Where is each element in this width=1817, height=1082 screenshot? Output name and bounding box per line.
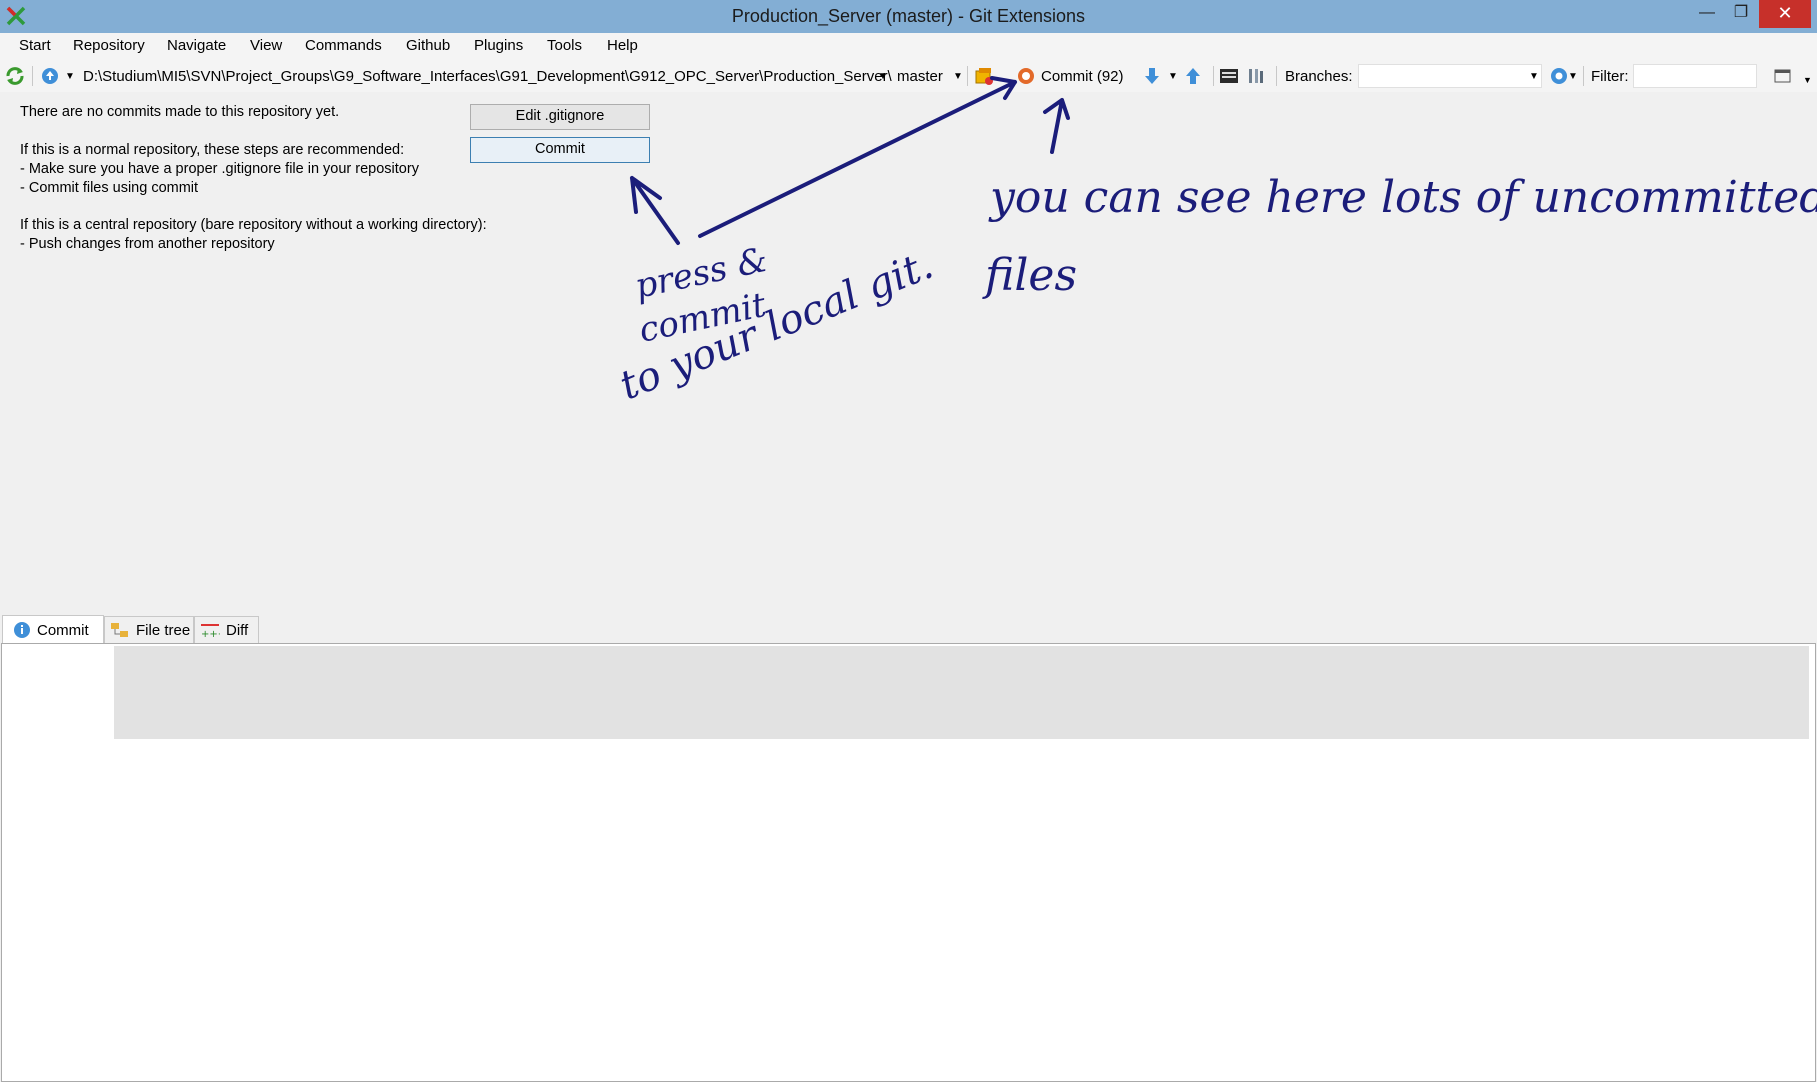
- menu-commands[interactable]: Commands: [305, 37, 382, 54]
- maximize-button[interactable]: ❐: [1725, 0, 1757, 28]
- commit-count-button[interactable]: Commit (92): [1041, 60, 1124, 92]
- branch-selector[interactable]: master: [897, 60, 943, 92]
- no-commits-message: There are no commits made to this reposi…: [20, 104, 340, 120]
- branch-dropdown-icon[interactable]: ▼: [953, 60, 963, 92]
- menu-help[interactable]: Help: [607, 37, 638, 54]
- console-icon[interactable]: [1219, 60, 1239, 92]
- menu-github[interactable]: Github: [406, 37, 450, 54]
- svg-text:+++: +++: [201, 629, 220, 639]
- toolbar: ▼ D:\Studium\MI5\SVN\Project_Groups\G9_S…: [0, 60, 1817, 93]
- filter-input[interactable]: [1633, 64, 1757, 88]
- branches-combobox[interactable]: [1358, 64, 1542, 88]
- refresh-icon[interactable]: [4, 60, 26, 92]
- settings-tools-icon[interactable]: [1246, 60, 1266, 92]
- tab-diff-label: Diff: [226, 621, 249, 639]
- commit-step: - Commit files using commit: [20, 180, 199, 196]
- tab-diff[interactable]: +++ Diff: [194, 616, 259, 643]
- close-button[interactable]: ✕: [1759, 0, 1811, 28]
- bottom-tabs: Commit File tree +++ Diff: [0, 615, 1817, 644]
- menu-navigate[interactable]: Navigate: [167, 37, 226, 54]
- pull-dropdown-icon[interactable]: ▼: [1168, 60, 1178, 92]
- path-dropdown-icon[interactable]: ▼: [878, 60, 888, 92]
- gear-icon[interactable]: [1548, 60, 1570, 92]
- pull-icon[interactable]: [1143, 60, 1161, 92]
- gitignore-step: - Make sure you have a proper .gitignore…: [20, 161, 419, 177]
- menu-view[interactable]: View: [250, 37, 282, 54]
- window-title: Production_Server (master) - Git Extensi…: [731, 6, 1086, 26]
- branches-label: Branches:: [1285, 67, 1353, 85]
- tab-commit[interactable]: Commit: [2, 615, 104, 644]
- commit-icon[interactable]: [1016, 60, 1036, 92]
- window-layout-icon[interactable]: [1774, 60, 1792, 92]
- filter-label: Filter:: [1591, 67, 1629, 85]
- tab-commit-label: Commit: [37, 621, 89, 639]
- push-step: - Push changes from another repository: [20, 236, 275, 252]
- gear-dropdown-icon[interactable]: ▼: [1568, 60, 1578, 92]
- dropdown-arrow-icon[interactable]: ▼: [65, 60, 75, 92]
- central-repo-heading: If this is a central repository (bare re…: [20, 217, 487, 233]
- stash-icon[interactable]: [973, 60, 995, 92]
- title-bar: Production_Server (master) - Git Extensi…: [0, 0, 1817, 33]
- menu-plugins[interactable]: Plugins: [474, 37, 523, 54]
- tab-file-tree-label: File tree: [136, 621, 191, 639]
- file-tree-icon: [111, 623, 128, 637]
- commit-info-header: [114, 646, 1809, 739]
- commit-button[interactable]: Commit: [470, 137, 650, 163]
- diff-icon: +++: [201, 624, 220, 639]
- tab-file-tree[interactable]: File tree: [104, 616, 194, 643]
- repository-path[interactable]: D:\Studium\MI5\SVN\Project_Groups\G9_Sof…: [83, 60, 892, 92]
- menu-repository[interactable]: Repository: [73, 37, 145, 54]
- info-icon: [14, 622, 30, 638]
- minimize-button[interactable]: —: [1691, 0, 1723, 28]
- branches-dropdown-icon[interactable]: ▼: [1529, 60, 1539, 92]
- menu-bar: Start Repository Navigate View Commands …: [0, 33, 1817, 60]
- push-icon[interactable]: [1184, 60, 1202, 92]
- normal-repo-heading: If this is a normal repository, these st…: [20, 142, 405, 158]
- edit-gitignore-button[interactable]: Edit .gitignore: [470, 104, 650, 130]
- menu-tools[interactable]: Tools: [547, 37, 582, 54]
- dashboard-icon[interactable]: [40, 60, 60, 92]
- menu-start[interactable]: Start: [19, 37, 51, 54]
